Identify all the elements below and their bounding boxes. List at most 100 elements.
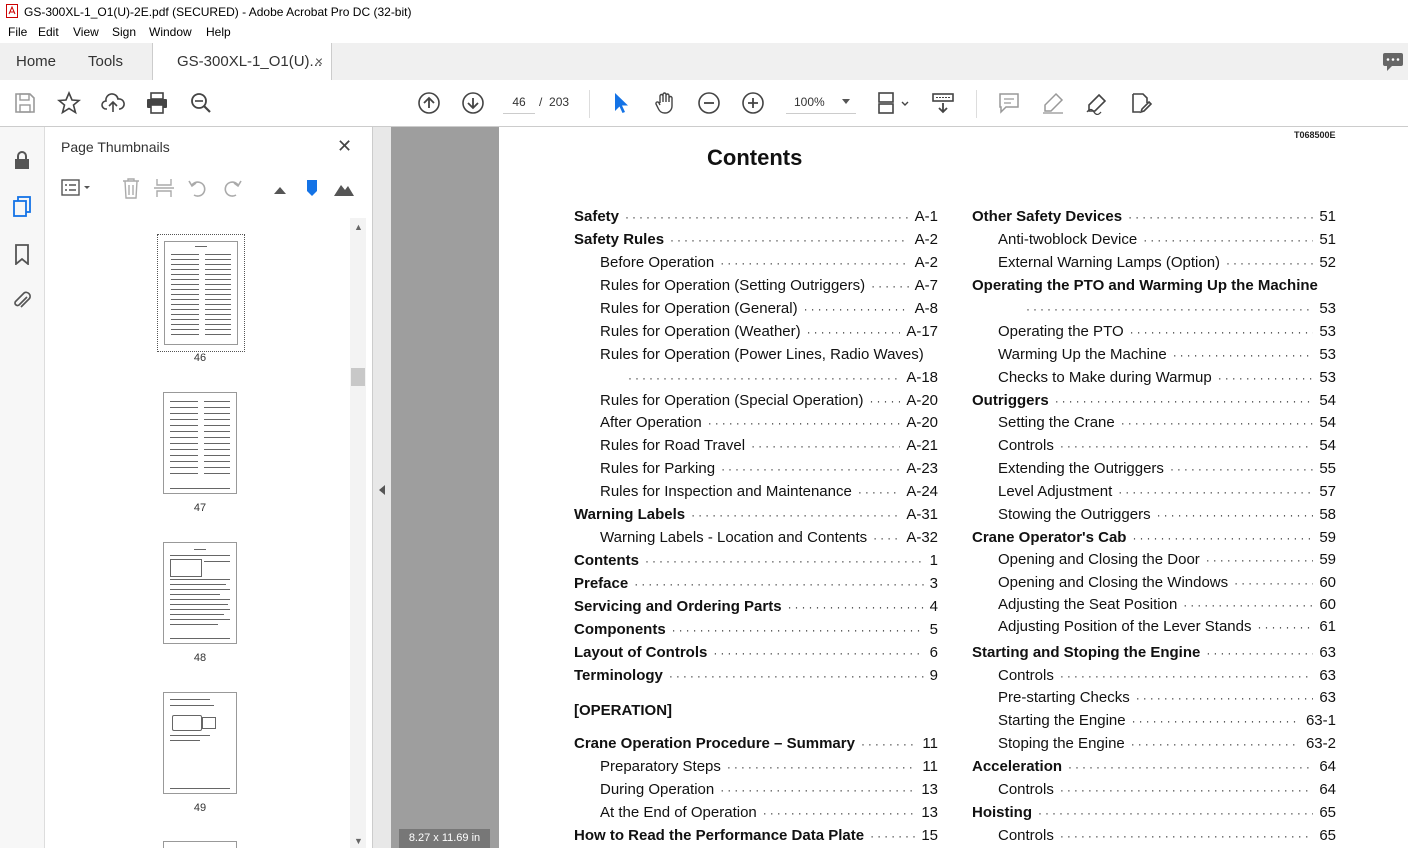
toc-entry[interactable]: At the End of Operation ·················…: [600, 804, 938, 824]
thumbnail-page-49[interactable]: [163, 692, 237, 794]
toc-entry[interactable]: Opening and Closing the Door ············…: [998, 551, 1336, 571]
rotate-clockwise-icon[interactable]: [221, 177, 243, 199]
zoom-level-select[interactable]: 100%: [786, 91, 856, 114]
thumbnail-size-slider-icon[interactable]: [301, 177, 323, 199]
toc-entry[interactable]: Starting the Engine ·····················…: [998, 712, 1336, 732]
toc-entry[interactable]: Layout of Controls ······················…: [574, 644, 938, 664]
menu-edit[interactable]: Edit: [38, 25, 59, 39]
toc-entry[interactable]: How to Read the Performance Data Plate ··…: [574, 827, 938, 847]
sign-pen-icon[interactable]: [1085, 91, 1109, 116]
toc-entry[interactable]: Controls ································…: [998, 437, 1336, 457]
upload-cloud-icon[interactable]: [101, 91, 125, 115]
toc-entry[interactable]: Preparatory Steps ·······················…: [600, 758, 938, 778]
toc-entry[interactable]: Safety Rules ····························…: [574, 231, 938, 251]
toc-entry[interactable]: External Warning Lamps (Option) ·········…: [998, 254, 1336, 274]
tab-document[interactable]: GS-300XL-1_O1(U)... ×: [152, 43, 332, 81]
toc-entry[interactable]: Stowing the Outriggers ··················…: [998, 506, 1336, 526]
toc-entry[interactable]: Pre-starting Checks ·····················…: [998, 689, 1336, 709]
menu-window[interactable]: Window: [149, 25, 192, 39]
hand-tool-icon[interactable]: [653, 91, 677, 115]
menu-file[interactable]: File: [8, 25, 27, 39]
toc-entry[interactable]: Terminology ·····························…: [574, 667, 938, 687]
comment-bubble-icon[interactable]: [1382, 52, 1404, 72]
toc-entry[interactable]: Outriggers ······························…: [972, 392, 1336, 412]
close-tab-icon[interactable]: ×: [315, 43, 323, 80]
page-number-input[interactable]: 46: [503, 91, 535, 114]
toc-entry[interactable]: Warning Labels - Location and Contents ··…: [600, 529, 938, 549]
toc-entry[interactable]: Components ······························…: [574, 621, 938, 641]
toc-entry[interactable]: Controls ································…: [998, 667, 1336, 687]
zoom-in-icon[interactable]: [741, 91, 765, 115]
toc-entry[interactable]: Rules for Operation (General) ···········…: [600, 300, 938, 320]
toc-entry[interactable]: Safety ··································…: [574, 208, 938, 228]
bookmarks-icon[interactable]: [11, 243, 33, 265]
toc-entry[interactable]: Acceleration ····························…: [972, 758, 1336, 778]
scroll-down-icon[interactable]: ▼: [354, 836, 363, 846]
toc-entry[interactable]: ········································…: [622, 369, 938, 389]
menu-view[interactable]: View: [73, 25, 99, 39]
toc-entry[interactable]: Stoping the Engine ······················…: [998, 735, 1336, 755]
toc-entry[interactable]: Contents ································…: [574, 552, 938, 572]
page-thumbnails-icon[interactable]: [11, 195, 33, 217]
close-panel-icon[interactable]: ✕: [337, 136, 352, 157]
toc-entry[interactable]: Anti-twoblock Device ····················…: [998, 231, 1336, 251]
toc-entry[interactable]: Rules for Inspection and Maintenance ····…: [600, 483, 938, 503]
scrollbar-thumb[interactable]: [351, 368, 365, 386]
scroll-mode-icon[interactable]: [931, 91, 955, 115]
toc-entry[interactable]: Extending the Outriggers ················…: [998, 460, 1336, 480]
options-menu-icon[interactable]: [61, 177, 93, 199]
tab-home[interactable]: Home: [16, 43, 76, 80]
toc-entry[interactable]: Setting the Crane ·······················…: [998, 414, 1336, 434]
toc-entry[interactable]: Hoisting ································…: [972, 804, 1336, 824]
add-comment-icon[interactable]: [997, 91, 1021, 115]
print-icon[interactable]: [145, 91, 169, 115]
toc-entry[interactable]: Level Adjustment ························…: [998, 483, 1336, 503]
toc-entry[interactable]: Rules for Operation (Setting Outriggers)…: [600, 277, 938, 297]
menu-sign[interactable]: Sign: [112, 25, 136, 39]
thumbnail-page-46[interactable]: [157, 234, 245, 352]
toc-entry[interactable]: Rules for Operation (Special Operation) ·…: [600, 392, 938, 412]
menu-help[interactable]: Help: [206, 25, 231, 39]
toc-entry[interactable]: Warning Labels ··························…: [574, 506, 938, 526]
scroll-up-icon[interactable]: ▲: [354, 222, 363, 232]
panel-collapse-gutter[interactable]: [373, 127, 391, 848]
thumbnail-scrollbar[interactable]: ▲ ▼: [350, 218, 366, 848]
thumbnail-page-47[interactable]: [163, 392, 237, 494]
toc-entry[interactable]: Rules for Operation (Weather) ···········…: [600, 323, 938, 343]
toc-entry[interactable]: Crane Operator's Cab ····················…: [972, 529, 1336, 549]
page-fit-icon[interactable]: [876, 91, 910, 115]
toc-entry[interactable]: Crane Operation Procedure – Summary ·····…: [574, 735, 938, 755]
toc-entry[interactable]: ········································…: [1020, 300, 1336, 320]
previous-page-icon[interactable]: [417, 91, 441, 115]
toc-entry[interactable]: Controls ································…: [998, 827, 1336, 847]
select-cursor-icon[interactable]: [609, 91, 633, 115]
toc-entry[interactable]: Warming Up the Machine ··················…: [998, 346, 1336, 366]
toc-entry[interactable]: Operating the PTO ·······················…: [998, 323, 1336, 343]
tab-tools[interactable]: Tools: [88, 43, 148, 80]
split-page-icon[interactable]: [153, 177, 175, 199]
next-page-icon[interactable]: [461, 91, 485, 115]
toc-entry[interactable]: Starting and Stoping the Engine ·········…: [972, 644, 1336, 664]
zoom-out-icon[interactable]: [697, 91, 721, 115]
zoom-search-icon[interactable]: [189, 91, 213, 115]
delete-page-icon[interactable]: [120, 177, 142, 199]
toc-entry[interactable]: [OPERATION]: [574, 702, 938, 722]
toc-entry[interactable]: Preface ·································…: [574, 575, 938, 595]
toc-entry[interactable]: After Operation ·························…: [600, 414, 938, 434]
toc-entry[interactable]: Rules for Road Travel ···················…: [600, 437, 938, 457]
toc-entry[interactable]: Rules for Parking ·······················…: [600, 460, 938, 480]
toc-entry[interactable]: Rules for Operation (Power Lines, Radio …: [600, 346, 938, 366]
thumbnail-page-50[interactable]: [163, 841, 237, 848]
lock-icon[interactable]: [11, 149, 33, 171]
toc-entry[interactable]: Controls ································…: [998, 781, 1336, 801]
small-thumbnail-icon[interactable]: [269, 177, 291, 199]
toc-entry[interactable]: Operating the PTO and Warming Up the Mac…: [972, 277, 1336, 297]
highlight-pen-icon[interactable]: [1041, 91, 1065, 115]
attachment-icon[interactable]: [11, 289, 33, 311]
toc-entry[interactable]: Before Operation ························…: [600, 254, 938, 274]
toc-entry[interactable]: During Operation ························…: [600, 781, 938, 801]
edit-document-icon[interactable]: [1129, 91, 1153, 115]
bookmark-star-icon[interactable]: [56, 90, 82, 115]
toc-entry[interactable]: Adjusting the Seat Position ·············…: [998, 596, 1336, 616]
toc-entry[interactable]: Adjusting Position of the Lever Stands ··…: [998, 618, 1336, 638]
